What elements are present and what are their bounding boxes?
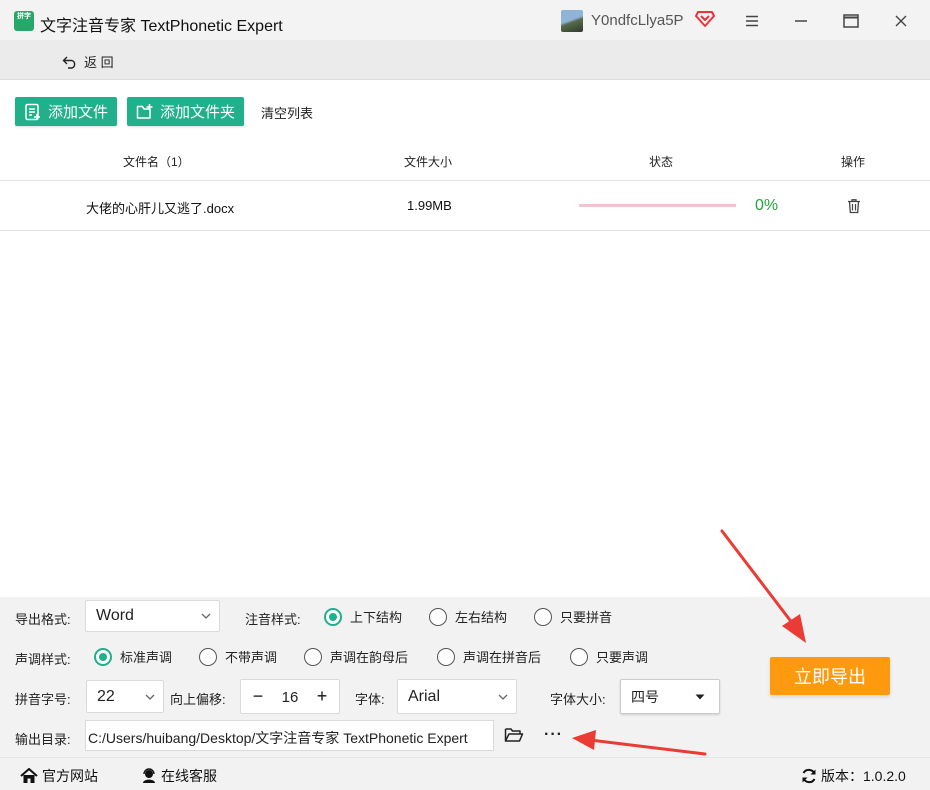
radio-dot <box>429 607 447 626</box>
version-label: 版本：1.0.2.0 <box>821 768 906 784</box>
menu-icon[interactable] <box>739 8 765 34</box>
export-now-button[interactable]: 立即导出 <box>770 657 890 695</box>
radio-label: 左右结构 <box>455 610 508 625</box>
file-size: 1.99MB <box>407 198 452 213</box>
radio-dot <box>534 607 552 626</box>
column-header-status: 状态 <box>649 155 674 169</box>
output-dir-input[interactable]: C:/Users/huibang/Desktop/文字注音专家 TextPhon… <box>85 720 494 751</box>
increment-button[interactable]: + <box>311 684 333 709</box>
column-header-name: 文件名（1） <box>123 155 190 169</box>
offset-value[interactable]: 16 <box>271 689 309 706</box>
export-format-label: 导出格式: <box>15 612 71 627</box>
close-icon[interactable] <box>888 8 914 34</box>
radio-tone-after-final[interactable]: 声调在韵母后 <box>304 647 408 666</box>
tone-style-label: 声调样式: <box>15 652 71 667</box>
pinyin-size-value: 22 <box>97 687 115 705</box>
chevron-down-icon <box>145 694 155 700</box>
font-size-select[interactable]: 四号 <box>620 679 720 714</box>
refresh-icon <box>802 768 816 784</box>
back-button[interactable]: 返 回 <box>62 52 114 71</box>
offset-label: 向上偏移: <box>170 692 226 707</box>
progress-bar <box>579 204 736 207</box>
export-format-select[interactable]: Word <box>85 600 220 632</box>
font-label: 字体: <box>355 692 385 707</box>
radio-label: 标准声调 <box>120 650 173 665</box>
radio-pinyin-only[interactable]: 只要拼音 <box>534 607 612 626</box>
add-file-button[interactable]: 添加文件 <box>15 97 118 126</box>
radio-dot <box>437 647 455 666</box>
file-name: 大佬的心肝儿又逃了.docx <box>86 201 235 216</box>
add-file-icon <box>25 103 40 120</box>
font-value: Arial <box>408 687 441 705</box>
back-label: 返 回 <box>84 55 114 70</box>
radio-label: 声调在韵母后 <box>330 650 409 665</box>
chevron-down-icon <box>201 613 211 619</box>
caret-down-icon <box>695 694 705 699</box>
pinyin-size-label: 拼音字号: <box>15 692 71 707</box>
radio-dot <box>570 647 588 666</box>
radio-left-right[interactable]: 左右结构 <box>429 607 507 626</box>
radio-dot <box>324 607 342 626</box>
radio-label: 上下结构 <box>350 610 403 625</box>
output-dir-label: 输出目录: <box>15 732 71 747</box>
radio-label: 只要声调 <box>596 650 649 665</box>
radio-standard-tone[interactable]: 标准声调 <box>94 647 172 666</box>
version-info[interactable]: 版本：1.0.2.0 <box>801 766 906 786</box>
title-bar: 拼字 文字注音专家 TextPhonetic Expert Y0ndfcLlya… <box>0 0 930 40</box>
radio-top-bottom[interactable]: 上下结构 <box>324 607 402 626</box>
radio-label: 只要拼音 <box>560 610 613 625</box>
vip-diamond-icon[interactable] <box>695 10 715 28</box>
minimize-icon[interactable] <box>788 8 814 34</box>
pinyin-size-select[interactable]: 22 <box>86 680 164 713</box>
delete-icon[interactable] <box>846 198 862 214</box>
radio-dot <box>199 647 217 666</box>
progress-percent: 0% <box>755 197 779 214</box>
back-arrow-icon <box>62 56 76 69</box>
column-header-action: 操作 <box>841 155 866 169</box>
home-icon <box>20 768 38 783</box>
official-website-label: 官方网站 <box>42 768 98 784</box>
radio-label: 声调在拼音后 <box>463 650 542 665</box>
chevron-down-icon <box>498 694 508 700</box>
support-agent-icon <box>143 768 155 783</box>
row-divider <box>0 230 930 231</box>
clear-list-button[interactable]: 清空列表 <box>261 103 313 122</box>
phonetic-style-label: 注音样式: <box>245 612 301 627</box>
online-support-link[interactable]: 在线客服 <box>141 766 217 786</box>
radio-label: 不带声调 <box>225 650 278 665</box>
app-title: 文字注音专家 TextPhonetic Expert <box>40 18 283 35</box>
radio-tone-only[interactable]: 只要声调 <box>570 647 648 666</box>
app-window: 拼字 文字注音专家 TextPhonetic Expert Y0ndfcLlya… <box>0 0 930 790</box>
add-file-label: 添加文件 <box>48 104 109 121</box>
export-format-value: Word <box>96 607 134 624</box>
maximize-icon[interactable] <box>838 8 864 34</box>
more-options-button[interactable]: ··· <box>544 726 563 744</box>
user-avatar[interactable] <box>561 10 583 32</box>
offset-stepper[interactable]: − 16 + <box>240 679 340 714</box>
add-folder-button[interactable]: 添加文件夹 <box>127 97 245 126</box>
add-folder-icon <box>136 103 153 119</box>
open-folder-icon[interactable] <box>504 726 524 744</box>
app-logo-icon: 拼字 <box>14 11 34 31</box>
radio-no-tone[interactable]: 不带声调 <box>199 647 277 666</box>
radio-dot <box>304 647 322 666</box>
column-header-size: 文件大小 <box>404 155 453 169</box>
user-name[interactable]: Y0ndfcLlya5P <box>591 12 684 29</box>
font-size-label: 字体大小: <box>550 692 606 707</box>
header-divider <box>0 180 930 181</box>
online-support-label: 在线客服 <box>161 768 217 784</box>
add-folder-label: 添加文件夹 <box>160 104 236 121</box>
radio-tone-after-pinyin[interactable]: 声调在拼音后 <box>437 647 541 666</box>
footer-bar: 官方网站 在线客服 版本：1.0.2.0 <box>0 757 930 790</box>
official-website-link[interactable]: 官方网站 <box>20 766 98 786</box>
back-bar: 返 回 <box>0 40 930 80</box>
radio-dot <box>94 647 112 666</box>
decrement-button[interactable]: − <box>247 684 269 709</box>
font-select[interactable]: Arial <box>397 679 517 714</box>
font-size-value: 四号 <box>631 688 659 705</box>
